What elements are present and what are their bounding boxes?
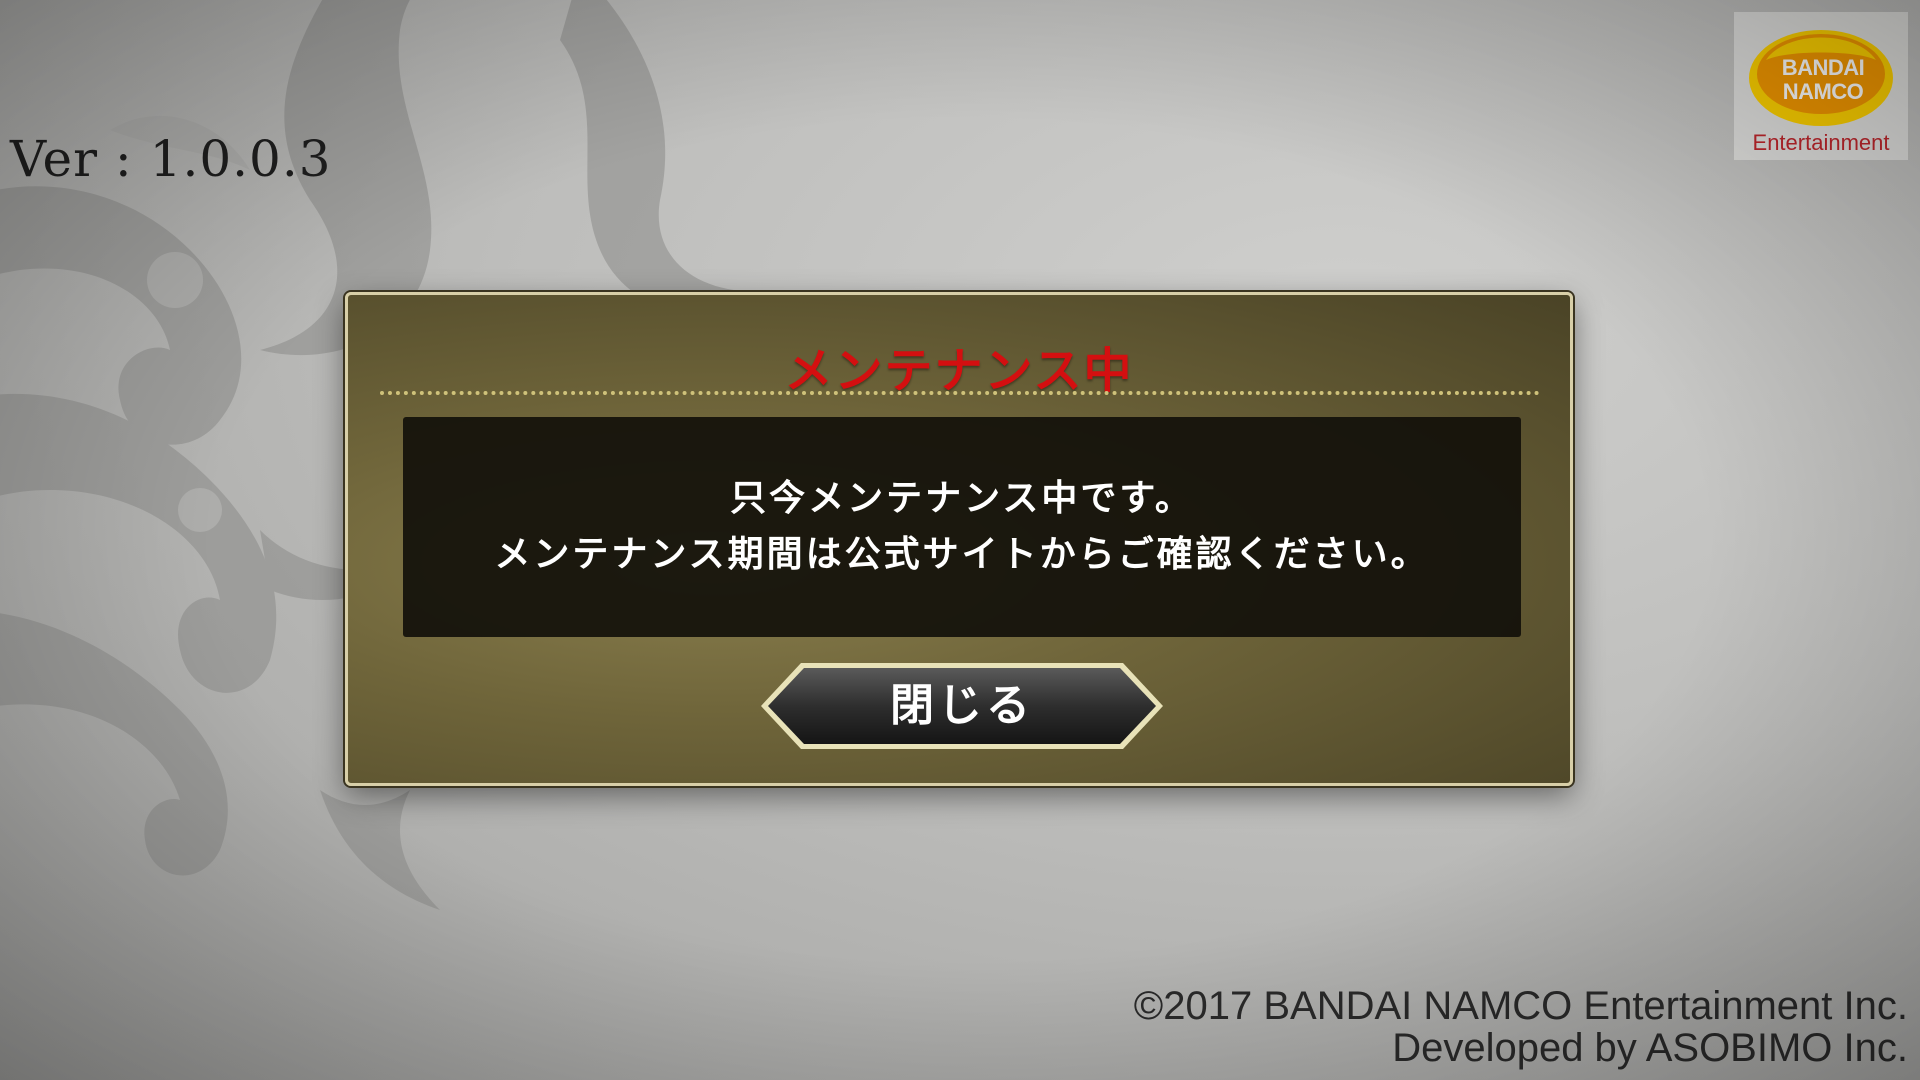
message-line-1: 只今メンテナンス中です。 — [730, 478, 1194, 519]
message-line-2: メンテナンス期間は公式サイトからご確認ください。 — [494, 534, 1430, 575]
copyright-text: ©2017 BANDAI NAMCO Entertainment Inc. — [1133, 984, 1908, 1028]
logo-line-1: BANDAI — [1781, 55, 1865, 80]
copyright-block: ©2017 BANDAI NAMCO Entertainment Inc. De… — [1134, 985, 1908, 1069]
title-screen: Ver : 1.0.0.3 BANDAI NAMCO Entertainment… — [0, 0, 1920, 1080]
message-box: 只今メンテナンス中です。 メンテナンス期間は公式サイトからご確認ください。 — [403, 417, 1521, 637]
dialog-divider — [380, 391, 1540, 395]
close-button-label: 閉じる — [890, 680, 1034, 731]
logo-subtitle: Entertainment — [1752, 130, 1890, 155]
developer-text: Developed by ASOBIMO Inc. — [1392, 1026, 1908, 1070]
logo-line-2: NAMCO — [1782, 79, 1864, 104]
bandai-namco-logo-icon: BANDAI NAMCO Entertainment — [1734, 12, 1908, 160]
version-label: Ver : 1.0.0.3 — [10, 130, 332, 188]
close-button[interactable]: 閉じる — [757, 660, 1167, 752]
logo-wordmark: BANDAI NAMCO — [1758, 56, 1888, 104]
maintenance-dialog: メンテナンス中 只今メンテナンス中です。 メンテナンス期間は公式サイトからご確認… — [345, 292, 1573, 786]
